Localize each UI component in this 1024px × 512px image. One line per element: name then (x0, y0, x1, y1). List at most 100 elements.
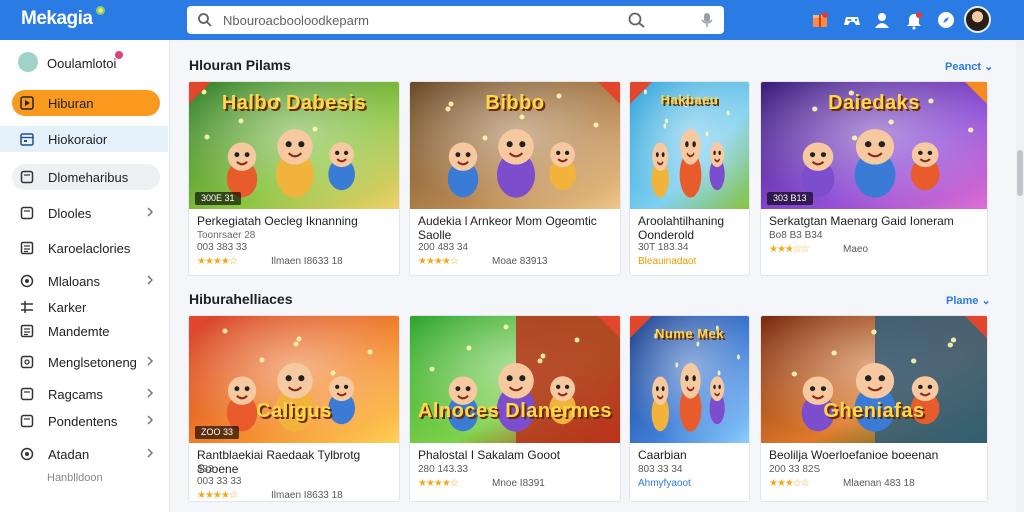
game-downloads: 200 483 34 (418, 242, 469, 253)
compass-icon[interactable] (936, 10, 956, 30)
scrollbar-thumb[interactable] (1017, 150, 1023, 196)
search-input[interactable]: Nbouroacbooloodkeparm (223, 13, 369, 28)
game-downloads: 803 33 34 (638, 464, 683, 475)
ribbon-icon (965, 316, 987, 338)
ribbon-icon (630, 82, 652, 104)
ribbon-icon (189, 82, 211, 104)
chevron-right-icon (147, 415, 154, 425)
sidebar-item-9[interactable]: Ragcams (12, 381, 160, 407)
game-thumbnail[interactable] (410, 316, 620, 443)
sidebar-item-1[interactable]: Hiokoraior (0, 126, 168, 152)
game-poster-title: Gheniafas (823, 400, 925, 422)
sidebar-item-label: Dlooles (48, 206, 92, 221)
profile-circle-icon (18, 52, 38, 72)
chevron-right-icon (147, 275, 154, 285)
see-more-link[interactable]: Plame ⌄ (946, 294, 991, 307)
sidebar-item-label: Ragcams (48, 387, 103, 402)
circle-icon (20, 447, 34, 461)
sidebar-footer-label[interactable]: Hanblldoon (47, 472, 103, 484)
game-downloads: 30T 183.34 (638, 242, 689, 253)
sidebar-item-label: Dlomeharibus (48, 170, 129, 185)
user-icon[interactable] (872, 10, 892, 30)
chevron-down-icon: ⌄ (984, 61, 994, 73)
game-title[interactable]: Beolilja Woerloefanioe boeenan (769, 448, 981, 462)
game-poster-title: Caligus (256, 400, 332, 422)
scrollbar[interactable] (1016, 40, 1024, 512)
sidebar-item-label: Hiokoraior (48, 132, 108, 147)
game-card[interactable]: Bibbo Audekia l Arnkeor Mom Ogeomtic Saol… (409, 81, 621, 276)
sidebar-item-8[interactable]: Menglsetoneng (12, 349, 160, 375)
square-icon (20, 170, 34, 184)
square-icon (20, 414, 34, 428)
chevron-right-icon (147, 388, 154, 398)
game-downloads: 200 33 82S (769, 464, 821, 475)
rating-stars: ★★★★☆ (197, 490, 238, 501)
game-card[interactable]: Halbo Dabesis 300E 31 Perkegiatah Oecleg I… (188, 81, 400, 276)
sidebar-item-label: Karoelaclories (48, 241, 131, 256)
game-title[interactable]: Phalostal I Sakalam Gooot (418, 448, 614, 462)
status-badge: ZOO 33 (195, 426, 240, 439)
app-logo[interactable]: Mekagia (21, 8, 93, 30)
gamepad-icon[interactable] (842, 10, 862, 30)
sidebar-item-11[interactable]: Atadan (12, 441, 160, 467)
square-icon (20, 206, 34, 220)
search-bar[interactable]: Nbouroacbooloodkeparm (187, 6, 724, 34)
game-meta: Moae 83913 (492, 256, 548, 267)
sidebar-item-2[interactable]: Dlomeharibus (12, 164, 160, 190)
sidebar-item-label: Pondentens (48, 414, 118, 429)
game-title[interactable]: Rantblaekiai Raedaak Tylbrotg Sooene (197, 448, 393, 476)
ribbon-icon (598, 82, 620, 104)
search-submit-icon[interactable] (627, 11, 647, 29)
sidebar-item-10[interactable]: Pondentens (12, 408, 160, 434)
top-bar: Mekagia Nbouroacbooloodkeparm (0, 0, 1024, 40)
game-poster-title: Bibbo (485, 92, 545, 114)
section-title: Hlouran Pilams (189, 57, 291, 73)
sidebar: Ooulamlotoi Hiburan Hiokoraior Dlomeharibu… (0, 40, 170, 512)
list-icon (20, 324, 34, 338)
sidebar-item-5[interactable]: Mlaloans (12, 268, 160, 294)
see-more-link[interactable]: Peanct ⌄ (945, 60, 993, 73)
game-poster-title: Daiedaks (828, 92, 920, 114)
game-card[interactable]: Gheniafas Beolilja Woerloefanioe boeenan 2… (760, 315, 988, 502)
game-tag: Bleauinadaot (638, 256, 697, 267)
game-thumbnail[interactable] (189, 316, 399, 443)
list-icon (20, 241, 34, 255)
status-badge: 300E 31 (195, 192, 241, 205)
sidebar-item-4[interactable]: Karoelaclories (12, 235, 160, 261)
game-title[interactable]: Audekia l Arnkeor Mom Ogeomtic Saolle (418, 214, 614, 242)
ribbon-icon (189, 316, 211, 338)
game-card[interactable]: Caligus ZOO 33 Rantblaekiai Raedaak Tylbro… (188, 315, 400, 502)
gift-icon[interactable] (810, 10, 830, 30)
game-card[interactable]: Hakbaeu Aroolahtilhaning Oonderold 30T 183… (629, 81, 750, 276)
circle-icon (20, 274, 34, 288)
rating-stars: ★★★☆☆ (769, 478, 810, 489)
rating-stars: ★★★☆☆ (769, 244, 810, 255)
play-icon (20, 96, 34, 110)
sidebar-item-0[interactable]: Hiburan (12, 90, 160, 116)
sidebar-item-6[interactable]: Karker (12, 294, 160, 320)
voice-search-icon[interactable] (699, 11, 715, 29)
game-meta: Mlaenan 483 18 (843, 478, 915, 489)
sidebar-item-label: Atadan (48, 447, 90, 462)
game-card[interactable]: Nume Mek Caarbian 803 33 34 Ahmyfyaoot (629, 315, 750, 502)
game-title[interactable]: Serkatgtan Maenarg Gaid Ioneram (769, 214, 981, 228)
rating-stars: ★★★★☆ (418, 256, 459, 267)
game-subtitle: 483 (197, 464, 214, 475)
game-title[interactable]: Aroolahtilhaning Oonderold (638, 214, 743, 242)
sidebar-item-label: Hiburan (48, 96, 94, 111)
game-card[interactable]: Daiedaks 303 B13 Serkatgtan Maenarg Gaid I… (760, 81, 988, 276)
chevron-right-icon (147, 448, 154, 458)
status-badge: 303 B13 (767, 192, 813, 205)
rating-stars: ★★★★☆ (197, 256, 238, 267)
avatar[interactable] (964, 6, 991, 33)
notification-bell-icon[interactable] (904, 10, 924, 30)
game-tag: Ahmyfyaoot (638, 478, 691, 489)
see-more-label: Peanct (945, 61, 982, 73)
game-title[interactable]: Caarbian (638, 448, 743, 462)
game-thumbnail[interactable] (761, 316, 987, 443)
game-card[interactable]: Alnoces Dlanermes Phalostal I Sakalam Goo… (409, 315, 621, 502)
rating-stars: ★★★★☆ (418, 478, 459, 489)
sidebar-item-3[interactable]: Dlooles (12, 200, 160, 226)
sidebar-item-7[interactable]: Mandemte (12, 318, 160, 344)
game-title[interactable]: Perkegiatah Oecleg Iknanning (197, 214, 393, 228)
